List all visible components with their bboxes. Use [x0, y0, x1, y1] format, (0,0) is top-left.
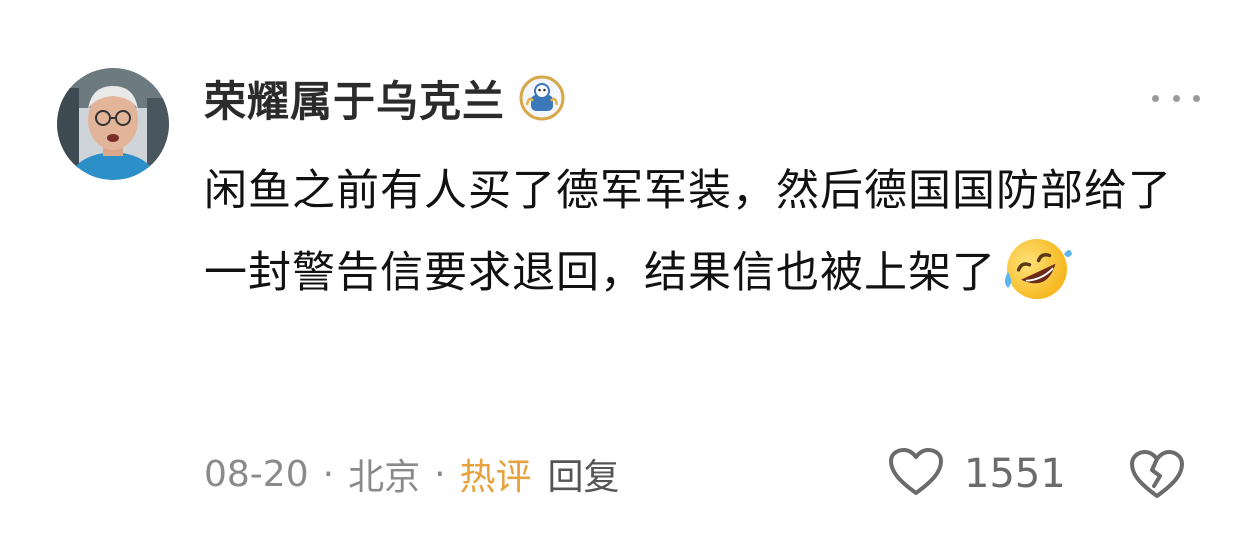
reply-button[interactable]: 回复	[548, 448, 620, 500]
username[interactable]: 荣耀属于乌克兰	[204, 68, 505, 129]
like-button[interactable]: 1551	[888, 444, 1066, 504]
comment-item: 荣耀属于乌克兰 闲鱼之前有人买了德军军装，然后德国国防部给了一封警告信要求退回，…	[0, 0, 1260, 560]
separator: ·	[322, 453, 335, 495]
more-options-button[interactable]	[1152, 84, 1200, 112]
separator: ·	[434, 453, 446, 495]
more-dots-icon	[1172, 94, 1180, 102]
comment-meta: 08-20 · 北京 · 热评 回复	[204, 444, 620, 504]
comment-location: 北京	[348, 457, 421, 498]
rolling-on-floor-laughing-emoji	[1000, 232, 1074, 306]
comment-date: 08-20	[204, 453, 309, 495]
like-count: 1551	[964, 451, 1066, 497]
avatar[interactable]	[57, 68, 169, 180]
broken-heart-icon	[1130, 450, 1184, 498]
dislike-button[interactable]	[1128, 446, 1186, 504]
more-dots-icon	[1152, 94, 1159, 102]
username-row: 荣耀属于乌克兰	[204, 68, 565, 128]
heart-outline-icon	[888, 447, 944, 501]
fan-badge-icon	[519, 75, 565, 121]
comment-text: 闲鱼之前有人买了德军军装，然后德国国防部给了一封警告信要求退回，结果信也被上架了	[204, 150, 1214, 314]
hot-comment-badge: 热评	[459, 457, 532, 498]
more-dots-icon	[1193, 94, 1200, 102]
